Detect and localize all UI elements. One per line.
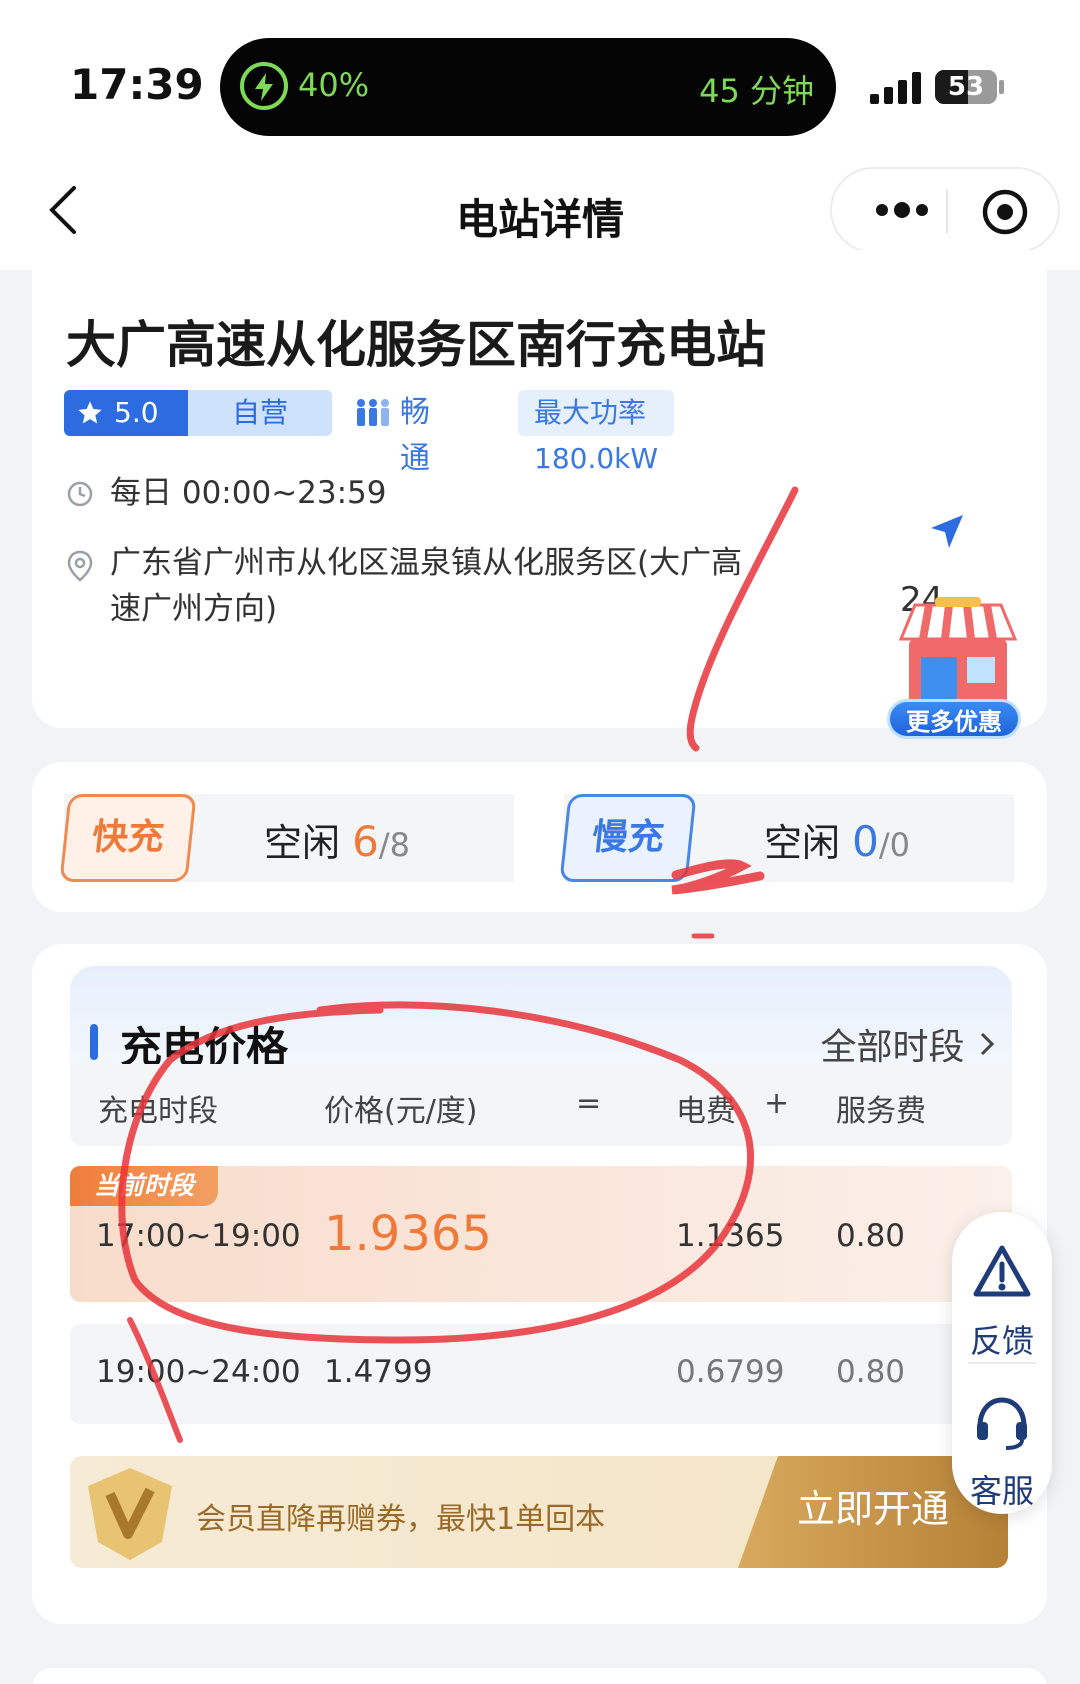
more-button[interactable] xyxy=(862,169,942,251)
location-pin-icon xyxy=(67,550,93,582)
row-electricity: 1.1365 xyxy=(676,1218,785,1254)
membership-promo-text: 会员直降再赠券，最快1单回本 xyxy=(196,1502,606,1537)
col-period: 充电时段 xyxy=(98,1094,218,1129)
fast-charge-status: 空闲 6/8 xyxy=(264,812,410,867)
all-periods-link[interactable]: 全部时段 xyxy=(821,1018,998,1070)
slow-status-label: 空闲 xyxy=(764,821,841,865)
customer-service-button[interactable]: 客服 xyxy=(952,1382,1052,1510)
pricing-card: 充电价格 全部时段 充电时段 价格(元/度) = 电费 + 服务费 当前时段 1… xyxy=(32,944,1047,1624)
warning-triangle-icon xyxy=(973,1245,1031,1297)
navigate-button[interactable] xyxy=(927,512,967,556)
close-miniprogram-button[interactable] xyxy=(980,187,1030,237)
clock-icon xyxy=(67,481,93,507)
row-period: 19:00~24:00 xyxy=(96,1354,301,1390)
feedback-label: 反馈 xyxy=(969,1322,1034,1360)
col-plus: + xyxy=(764,1086,790,1121)
station-name: 大广高速从化服务区南行充电站 xyxy=(66,316,766,374)
opening-hours: 每日 00:00~23:59 xyxy=(110,475,387,511)
charge-time-remaining: 45 分钟 xyxy=(699,72,814,110)
vip-badge-icon xyxy=(70,1456,190,1568)
shop-icon xyxy=(895,595,1021,715)
pricing-column-headers: 充电时段 价格(元/度) = 电费 + 服务费 xyxy=(70,1064,1012,1146)
mini-program-capsule xyxy=(830,167,1060,253)
fast-total-count: /8 xyxy=(378,826,410,864)
status-bar: 17:39 40% 45 分钟 53 xyxy=(0,0,1080,150)
status-time: 17:39 xyxy=(70,60,204,109)
capsule-divider xyxy=(946,189,948,233)
col-equals: = xyxy=(576,1086,602,1121)
customer-service-label: 客服 xyxy=(969,1472,1034,1510)
feedback-button[interactable]: 反馈 xyxy=(952,1232,1052,1360)
fast-free-count: 6 xyxy=(352,817,379,866)
row-electricity: 0.6799 xyxy=(676,1354,785,1390)
battery-cap xyxy=(999,80,1004,94)
current-period-badge: 当前时段 xyxy=(70,1166,218,1206)
star-icon xyxy=(78,401,102,424)
station-info-card: 大广高速从化服务区南行充电站 5.0 自营 畅通 最大功率180.0kW 每日 … xyxy=(32,250,1047,739)
max-power-tag: 最大功率180.0kW xyxy=(518,390,675,475)
section-accent-bar xyxy=(90,1024,98,1060)
slow-total-count: /0 xyxy=(878,826,910,864)
station-address: 广东省广州市从化区温泉镇从化服务区(大广高速广州方向) xyxy=(110,545,743,627)
more-dots-icon xyxy=(876,202,928,218)
charger-availability-card: 快充 空闲 6/8 慢充 空闲 0/0 xyxy=(32,762,1047,912)
col-service: 服务费 xyxy=(836,1094,926,1129)
navigation-arrow-icon xyxy=(931,515,963,548)
table-row: 19:00~24:00 1.4799 0.6799 0.80 xyxy=(70,1324,1012,1424)
chevron-right-icon xyxy=(980,1032,995,1056)
slow-charge-badge: 慢充 xyxy=(559,794,697,882)
col-price: 价格(元/度) xyxy=(324,1094,478,1129)
people-icon xyxy=(357,399,389,426)
traffic-status: 畅通 xyxy=(400,395,430,476)
side-panel-divider xyxy=(968,1362,1036,1364)
col-electricity: 电费 xyxy=(676,1094,736,1129)
all-periods-label: 全部时段 xyxy=(820,1027,965,1068)
slow-free-count: 0 xyxy=(852,817,879,866)
rating-tag: 5.0 自营 xyxy=(64,390,332,436)
floating-side-panel: 反馈 客服 xyxy=(952,1212,1052,1514)
more-offers-button[interactable]: 更多优惠 xyxy=(887,595,1027,745)
fast-charge-badge: 快充 xyxy=(59,794,197,882)
battery-level: 53 xyxy=(947,72,985,102)
row-service: 0.80 xyxy=(836,1218,906,1254)
charging-icon xyxy=(240,62,288,110)
row-price: 1.9365 xyxy=(324,1206,492,1262)
membership-banner[interactable]: 会员直降再赠券，最快1单回本 立即开通 xyxy=(70,1456,1008,1568)
row-period: 17:00~19:00 xyxy=(96,1218,301,1254)
headset-icon xyxy=(977,1397,1027,1450)
row-price: 1.4799 xyxy=(324,1354,433,1390)
fast-status-label: 空闲 xyxy=(264,821,341,865)
row-service: 0.80 xyxy=(836,1354,906,1390)
dynamic-island: 40% 45 分钟 xyxy=(220,38,836,136)
table-row: 当前时段 17:00~19:00 1.9365 1.1365 0.80 xyxy=(70,1166,1012,1302)
next-section-card xyxy=(32,1668,1047,1684)
battery-icon: 53 xyxy=(935,70,997,104)
more-offers-label: 更多优惠 xyxy=(887,699,1021,739)
slow-charge-availability[interactable]: 慢充 空闲 0/0 xyxy=(559,794,1014,882)
traffic-tag: 畅通 xyxy=(354,390,430,476)
address-row[interactable]: 广东省广州市从化区温泉镇从化服务区(大广高速广州方向) xyxy=(66,540,766,632)
target-icon xyxy=(982,189,1028,235)
opening-hours-row: 每日 00:00~23:59 xyxy=(66,470,387,516)
signal-icon xyxy=(870,72,922,108)
slow-charge-status: 空闲 0/0 xyxy=(764,812,910,867)
operation-type: 自营 xyxy=(231,396,288,429)
fast-charge-availability[interactable]: 快充 空闲 6/8 xyxy=(59,794,514,882)
charge-percent: 40% xyxy=(298,66,370,104)
